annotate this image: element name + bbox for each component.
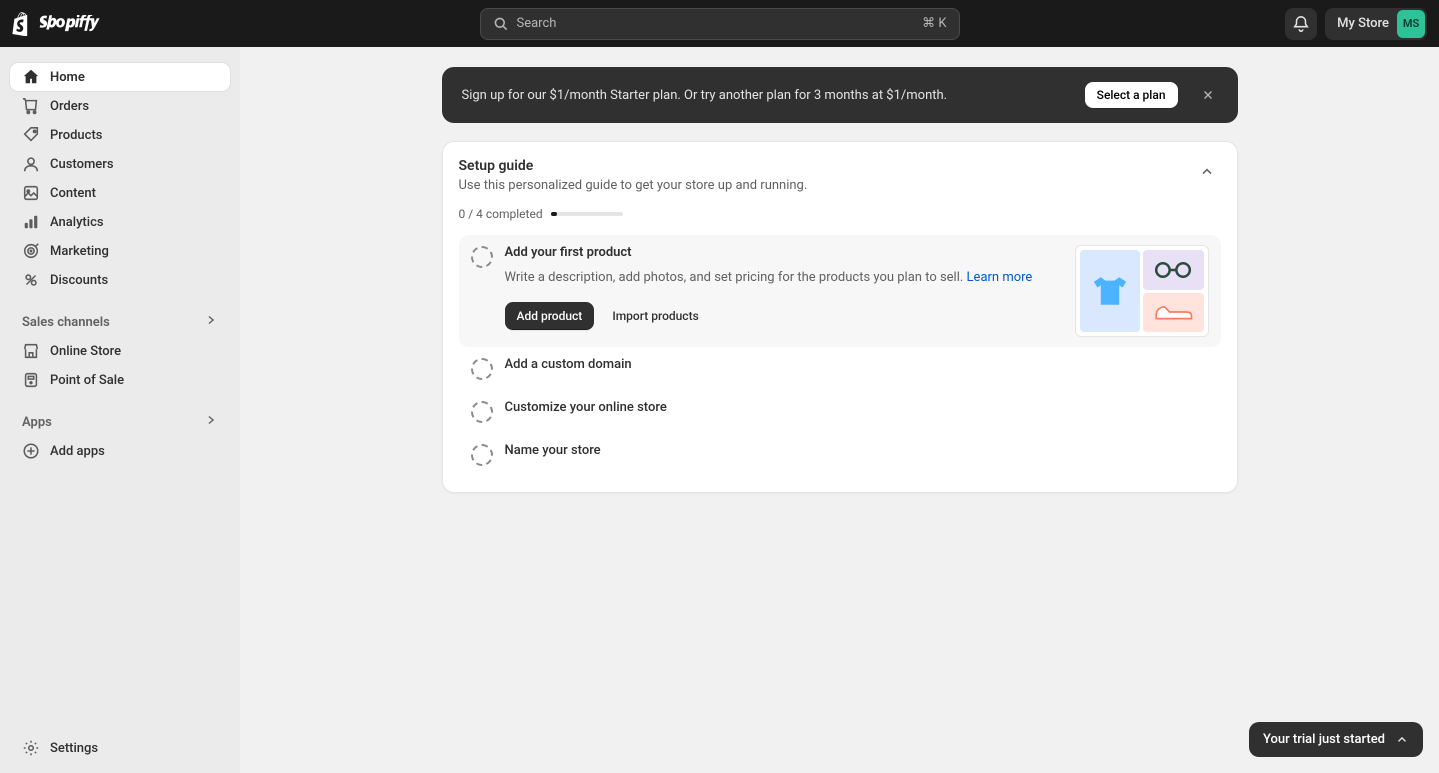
sidebar-item-label: Online Store: [50, 344, 121, 359]
task-check-circle[interactable]: [471, 246, 493, 268]
setup-task-add-product[interactable]: Add your first product Write a descripti…: [459, 235, 1221, 347]
sidebar-item-label: Products: [50, 128, 102, 143]
avatar: MS: [1397, 10, 1425, 38]
task-illustration: [1075, 245, 1209, 337]
marketing-icon: [22, 242, 40, 260]
sidebar-item-customers[interactable]: Customers: [10, 150, 230, 178]
sidebar-item-label: Settings: [50, 741, 98, 756]
sidebar-item-settings[interactable]: Settings: [10, 734, 230, 762]
sidebar-item-label: Add apps: [50, 444, 105, 459]
plus-circle-icon: [22, 442, 40, 460]
customers-icon: [22, 155, 40, 173]
task-title: Add a custom domain: [505, 357, 1209, 372]
trial-status-button[interactable]: Your trial just started: [1249, 722, 1423, 757]
content-icon: [22, 184, 40, 202]
main-content: Sign up for our $1/month Starter plan. O…: [240, 47, 1439, 773]
header: Search ⌘ K My Store MS: [0, 0, 1439, 47]
plan-banner: Sign up for our $1/month Starter plan. O…: [442, 67, 1238, 123]
gear-icon: [22, 739, 40, 757]
progress-row: 0 / 4 completed: [459, 207, 1221, 221]
sidebar-item-label: Marketing: [50, 244, 109, 259]
close-icon: [1201, 88, 1215, 102]
import-products-button[interactable]: Import products: [604, 302, 706, 330]
home-icon: [22, 68, 40, 86]
sidebar-item-label: Content: [50, 186, 96, 201]
store-name: My Store: [1337, 16, 1389, 31]
task-title: Customize your online store: [505, 400, 1209, 415]
chevron-up-icon: [1199, 164, 1215, 180]
sidebar-item-analytics[interactable]: Analytics: [10, 208, 230, 236]
banner-text: Sign up for our $1/month Starter plan. O…: [462, 88, 1069, 103]
sidebar-item-content[interactable]: Content: [10, 179, 230, 207]
shopify-logo[interactable]: [12, 12, 102, 36]
store-menu-button[interactable]: My Store MS: [1325, 8, 1427, 40]
setup-task-customize-store[interactable]: Customize your online store: [459, 390, 1221, 433]
task-description: Write a description, add photos, and set…: [505, 268, 1063, 288]
banner-close-button[interactable]: [1194, 81, 1222, 109]
chevron-up-icon: [1395, 733, 1409, 747]
setup-guide-card: Setup guide Use this personalized guide …: [442, 141, 1238, 493]
sidebar-item-marketing[interactable]: Marketing: [10, 237, 230, 265]
sidebar-item-label: Orders: [50, 99, 89, 114]
sidebar-item-label: Point of Sale: [50, 373, 124, 388]
sidebar-item-add-apps[interactable]: Add apps: [10, 437, 230, 465]
sidebar-item-label: Customers: [50, 157, 114, 172]
learn-more-link[interactable]: Learn more: [967, 270, 1033, 285]
bell-icon: [1292, 15, 1310, 33]
sidebar-item-label: Home: [50, 70, 85, 85]
discounts-icon: [22, 271, 40, 289]
search-shortcut: ⌘ K: [922, 16, 946, 31]
search-icon: [493, 16, 509, 32]
sidebar-item-discounts[interactable]: Discounts: [10, 266, 230, 294]
task-check-circle[interactable]: [471, 358, 493, 380]
collapse-button[interactable]: [1193, 158, 1221, 186]
progress-text: 0 / 4 completed: [459, 207, 543, 221]
store-icon: [22, 342, 40, 360]
add-product-button[interactable]: Add product: [505, 302, 595, 330]
select-plan-button[interactable]: Select a plan: [1085, 82, 1178, 108]
chevron-right-icon: [204, 413, 218, 431]
sidebar-item-orders[interactable]: Orders: [10, 92, 230, 120]
task-check-circle[interactable]: [471, 401, 493, 423]
sidebar: Home Orders Products Customers Content A…: [0, 47, 240, 773]
task-check-circle[interactable]: [471, 444, 493, 466]
search-placeholder: Search: [517, 16, 923, 31]
notifications-button[interactable]: [1285, 8, 1317, 40]
task-title: Name your store: [505, 443, 1209, 458]
sidebar-item-home[interactable]: Home: [10, 63, 230, 91]
sidebar-section-apps[interactable]: Apps: [10, 407, 230, 437]
sidebar-item-label: Discounts: [50, 273, 108, 288]
trial-text: Your trial just started: [1263, 732, 1385, 747]
sidebar-item-label: Analytics: [50, 215, 104, 230]
products-icon: [22, 126, 40, 144]
setup-task-name-store[interactable]: Name your store: [459, 433, 1221, 476]
pos-icon: [22, 371, 40, 389]
progress-bar: [551, 212, 623, 216]
sidebar-item-point-of-sale[interactable]: Point of Sale: [10, 366, 230, 394]
chevron-right-icon: [204, 313, 218, 331]
setup-title: Setup guide: [459, 158, 1193, 174]
sidebar-item-online-store[interactable]: Online Store: [10, 337, 230, 365]
analytics-icon: [22, 213, 40, 231]
sidebar-section-sales-channels[interactable]: Sales channels: [10, 307, 230, 337]
orders-icon: [22, 97, 40, 115]
task-title: Add your first product: [505, 245, 1063, 260]
search-box[interactable]: Search ⌘ K: [480, 8, 960, 40]
sidebar-item-products[interactable]: Products: [10, 121, 230, 149]
setup-task-custom-domain[interactable]: Add a custom domain: [459, 347, 1221, 390]
setup-subtitle: Use this personalized guide to get your …: [459, 178, 1193, 193]
